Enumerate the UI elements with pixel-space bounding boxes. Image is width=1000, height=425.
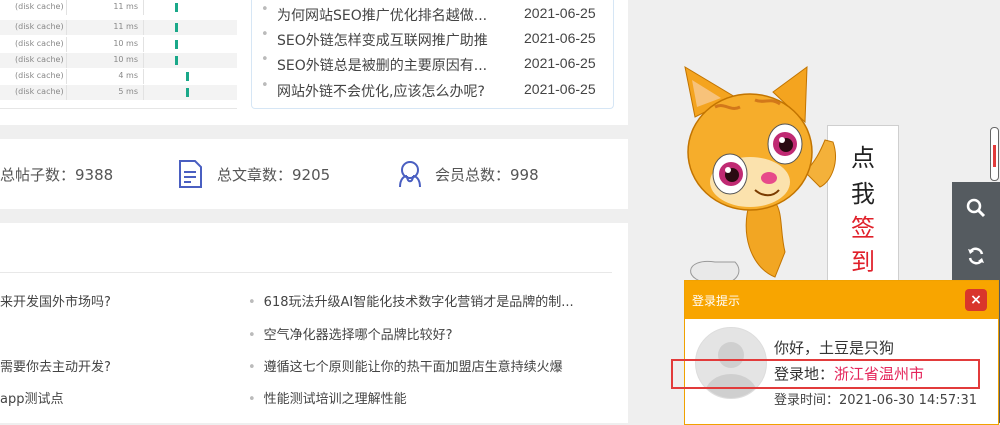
search-icon	[966, 198, 986, 218]
network-time: 11 ms	[113, 2, 138, 11]
divider	[0, 272, 612, 273]
list-item-title[interactable]: 618玩法升级AI智能化技术数字化营销才是品牌的制...	[264, 295, 574, 310]
network-row: (disk cache) 10 ms	[0, 53, 237, 68]
timing-bar	[175, 3, 178, 12]
network-source: (disk cache)	[15, 22, 64, 31]
network-row: (disk cache) 5 ms	[0, 85, 237, 100]
list-item[interactable]: • 性能测试培训之理解性能	[248, 388, 407, 407]
network-time: 10 ms	[113, 55, 138, 64]
network-source: (disk cache)	[15, 55, 64, 64]
network-source: (disk cache)	[15, 39, 64, 48]
network-time: 4 ms	[118, 71, 138, 80]
member-count: 会员总数：998	[435, 166, 539, 184]
popup-header: 登录提示 ×	[685, 281, 998, 319]
article-item[interactable]: • 为何网站SEO推广优化排名越做... 2021-06-25	[252, 2, 613, 27]
network-time: 11 ms	[113, 22, 138, 31]
list-item[interactable]: • 空气净化器选择哪个品牌比较好?	[248, 324, 453, 343]
list-item-title[interactable]: 遵循这七个原则能让你的热干面加盟店生意持续火爆	[264, 360, 563, 375]
article-title[interactable]: 为何网站SEO推广优化排名越做...	[277, 5, 487, 25]
network-source: (disk cache)	[15, 71, 64, 80]
list-item[interactable]: 来开发国外市场吗?	[0, 291, 111, 310]
timing-bar	[175, 23, 178, 32]
list-item[interactable]: app测试点	[0, 388, 63, 407]
members-icon	[395, 159, 423, 189]
network-source: (disk cache)	[15, 87, 64, 96]
network-row: (disk cache) 4 ms	[0, 69, 237, 84]
list-item-title[interactable]: 性能测试培训之理解性能	[264, 392, 407, 407]
timing-bar	[186, 72, 189, 81]
list-item[interactable]: • 618玩法升级AI智能化技术数字化营销才是品牌的制...	[248, 291, 574, 310]
article-item[interactable]: • SEO外链怎样变成互联网推广助推 2021-06-25	[252, 27, 613, 52]
list-item[interactable]: • 遵循这七个原则能让你的热干面加盟店生意持续火爆	[248, 356, 563, 375]
list-item[interactable]: 需要你去主动开发?	[0, 356, 111, 375]
list-item-title[interactable]: 需要你去主动开发?	[0, 360, 111, 375]
timing-bar	[186, 88, 189, 97]
search-button[interactable]	[952, 184, 1000, 232]
article-list: • 为何网站SEO推广优化排名越做... 2021-06-25 • SEO外链怎…	[251, 0, 614, 109]
close-icon: ×	[970, 292, 982, 308]
list-item-title[interactable]: 来开发国外市场吗?	[0, 295, 111, 310]
article-date: 2021-06-25	[524, 55, 596, 71]
login-location: 登录地：浙江省温州市	[774, 363, 924, 384]
article-count: 总文章数：9205	[217, 166, 331, 184]
popup-title: 登录提示	[692, 294, 741, 308]
refresh-button[interactable]	[952, 232, 1000, 280]
login-time: 登录时间：2021-06-30 14:57:31	[774, 393, 978, 408]
article-date: 2021-06-25	[524, 30, 596, 46]
timing-bar	[175, 40, 178, 49]
location-label: 登录地：	[774, 365, 835, 383]
site-stats: 总帖子数：9388 总文章数：9205 会员总数：998	[0, 139, 628, 209]
post-count: 总帖子数：9388	[0, 166, 114, 184]
document-icon	[176, 159, 204, 189]
network-row: (disk cache) 10 ms	[0, 37, 237, 52]
greeting-text: 你好，土豆是只狗	[774, 339, 895, 357]
network-time: 5 ms	[118, 87, 138, 96]
article-title[interactable]: SEO外链怎样变成互联网推广助推	[277, 30, 488, 50]
refresh-icon	[968, 247, 984, 265]
network-time: 10 ms	[113, 39, 138, 48]
article-item[interactable]: • SEO外链总是被删的主要原因有... 2021-06-25	[252, 52, 613, 77]
network-source: (disk cache)	[15, 2, 64, 11]
article-date: 2021-06-25	[524, 81, 596, 97]
timing-bar	[175, 56, 178, 65]
article-title[interactable]: 网站外链不会优化,应该怎么办呢?	[277, 81, 485, 101]
article-item[interactable]: • 网站外链不会优化,应该怎么办呢? 2021-06-25	[252, 78, 613, 103]
list-item-title[interactable]: app测试点	[0, 392, 63, 407]
network-panel: (disk cache) 11 ms (disk cache) 11 ms (d…	[0, 0, 237, 109]
login-popup: 登录提示 × 你好，土豆是只狗 登录地：浙江省温州市 登录时间：2021-06-…	[671, 280, 999, 425]
scrollbar-indicator	[993, 145, 996, 167]
cat-mascot[interactable]	[655, 62, 845, 292]
close-button[interactable]: ×	[965, 289, 987, 311]
list-item-title[interactable]: 空气净化器选择哪个品牌比较好?	[264, 328, 453, 343]
network-row: (disk cache) 11 ms	[0, 20, 237, 35]
network-row: (disk cache) 11 ms	[0, 0, 237, 15]
article-title[interactable]: SEO外链总是被删的主要原因有...	[277, 55, 487, 75]
article-date: 2021-06-25	[524, 5, 596, 21]
location-value: 浙江省温州市	[834, 365, 925, 383]
